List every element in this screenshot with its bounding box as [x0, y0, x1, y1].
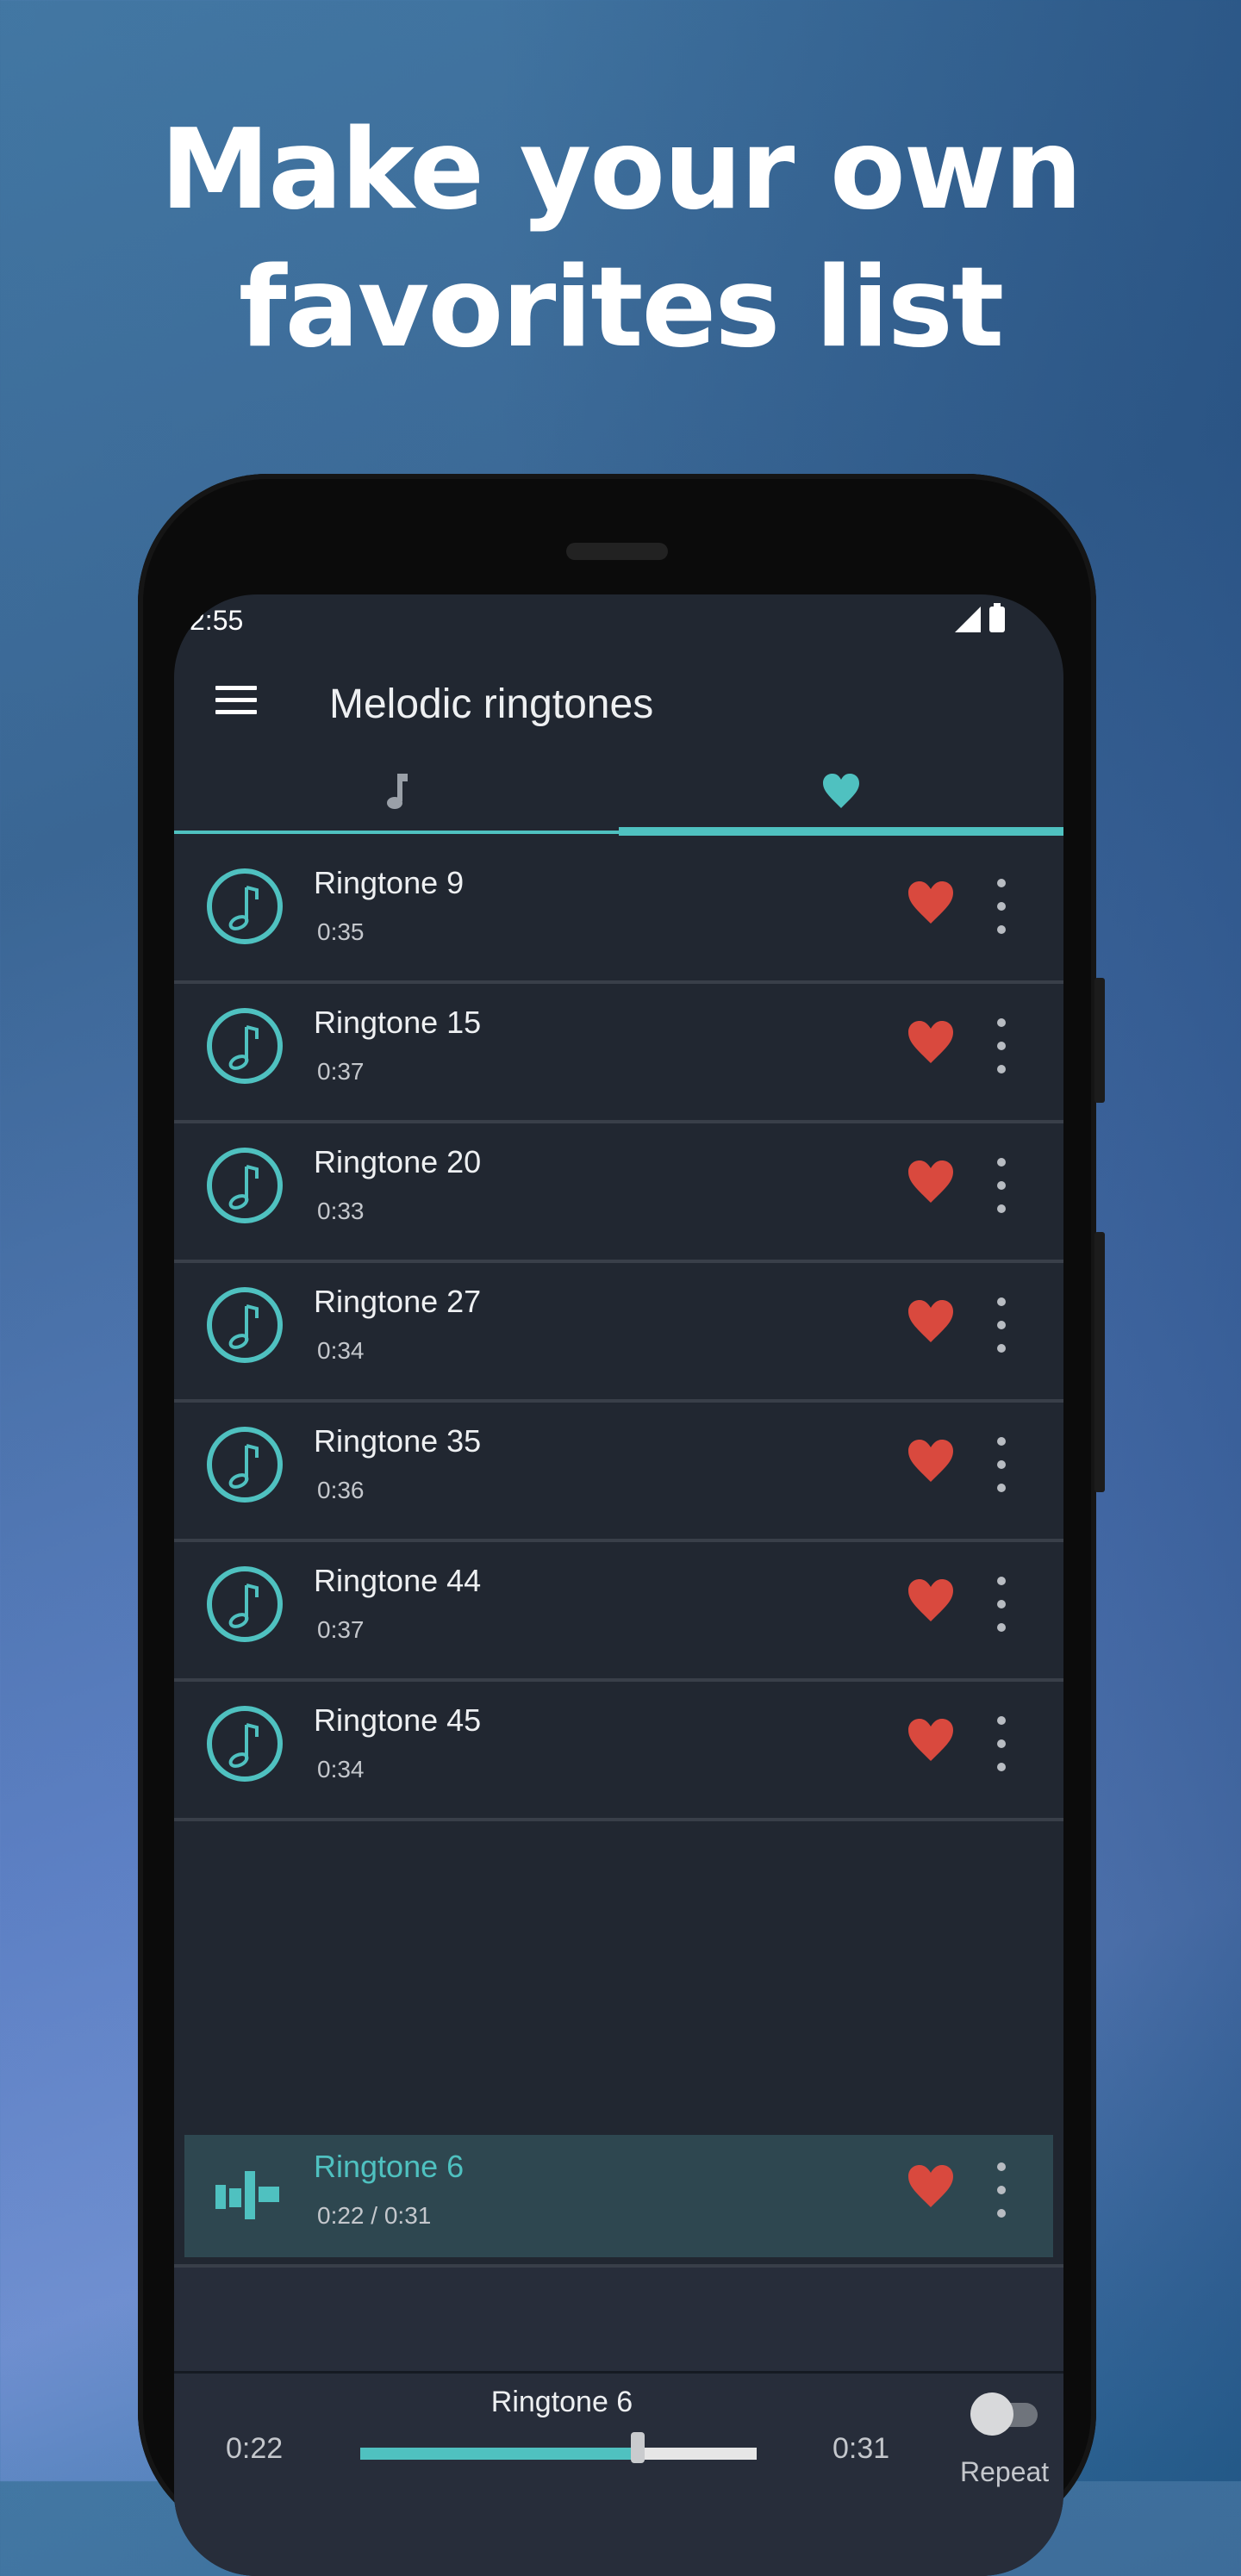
ringtone-row[interactable]: Ringtone 9 0:35 [174, 844, 1063, 984]
ringtone-row[interactable]: Ringtone 35 0:36 [174, 1403, 1063, 1542]
player-bar: Ringtone 6 0:22 0:31 Repeat [174, 2371, 1063, 2576]
player-total-time: 0:31 [833, 2432, 890, 2465]
phone-speaker [566, 543, 668, 560]
headline: Make your own favorites list [0, 102, 1241, 377]
tab-bar [174, 746, 1063, 836]
favorite-heart-icon[interactable] [907, 1299, 955, 1344]
ringtone-name: Ringtone 9 [314, 865, 465, 900]
ringtone-name: Ringtone 44 [314, 1563, 482, 1598]
seek-bar-thumb[interactable] [631, 2432, 645, 2463]
music-note-circle-icon[interactable] [207, 1566, 283, 1642]
ringtone-name: Ringtone 45 [314, 1702, 482, 1738]
tab-favorites[interactable] [619, 746, 1063, 836]
ringtone-duration: 0:33 [317, 1198, 365, 1224]
ringtone-duration: 0:37 [317, 1616, 365, 1643]
music-note-circle-icon[interactable] [207, 1008, 283, 1084]
repeat-label: Repeat [960, 2456, 1050, 2487]
favorite-heart-icon[interactable] [907, 880, 955, 925]
ringtone-row[interactable]: Ringtone 27 0:34 [174, 1263, 1063, 1403]
now-playing-time: 0:22 / 0:31 [317, 2202, 431, 2230]
tab-selected-indicator [619, 827, 1063, 836]
now-playing-row[interactable]: Ringtone 6 0:22 / 0:31 [174, 2128, 1063, 2268]
more-options-icon[interactable] [997, 1577, 1006, 1632]
ringtone-duration: 0:36 [317, 1477, 365, 1503]
more-options-icon[interactable] [997, 1018, 1006, 1073]
repeat-toggle-knob [970, 2392, 1013, 2436]
music-note-icon [387, 774, 408, 809]
favorite-heart-icon[interactable] [907, 1020, 955, 1065]
heart-icon [823, 774, 859, 808]
repeat-toggle[interactable] [970, 2392, 1039, 2436]
ringtone-name: Ringtone 20 [314, 1144, 482, 1179]
favorite-heart-icon[interactable] [907, 1160, 955, 1204]
player-title: Ringtone 6 [490, 2386, 633, 2418]
favorite-heart-icon[interactable] [907, 2164, 955, 2209]
more-options-icon[interactable] [997, 879, 1006, 934]
favorite-heart-icon[interactable] [907, 1578, 955, 1623]
now-playing-name: Ringtone 6 [314, 2149, 465, 2184]
player-current-time: 0:22 [226, 2432, 284, 2465]
ringtone-name: Ringtone 35 [314, 1423, 482, 1459]
now-playing-elapsed: 0:22 [317, 2202, 365, 2229]
phone-screen: 2:55 Melodic ringtones Ringtone 9 0:35 R… [174, 594, 1063, 2576]
ringtone-name: Ringtone 27 [314, 1284, 482, 1319]
music-note-circle-icon[interactable] [207, 1148, 283, 1223]
phone-volume-button [1094, 1232, 1105, 1492]
ringtone-row[interactable]: Ringtone 20 0:33 [174, 1123, 1063, 1263]
music-note-circle-icon[interactable] [207, 1706, 283, 1782]
battery-icon [989, 603, 1005, 632]
seek-bar-progress [360, 2448, 638, 2460]
headline-line-2: favorites list [238, 244, 1004, 372]
music-note-circle-icon[interactable] [207, 1427, 283, 1503]
phone-frame: 2:55 Melodic ringtones Ringtone 9 0:35 R… [138, 474, 1105, 2576]
favorite-heart-icon[interactable] [907, 1439, 955, 1484]
now-playing-total: 0:31 [384, 2202, 432, 2229]
equalizer-icon [215, 2171, 279, 2219]
ringtone-row[interactable]: Ringtone 15 0:37 [174, 984, 1063, 1123]
more-options-icon[interactable] [997, 1158, 1006, 1213]
signal-alert-icon [955, 607, 981, 632]
status-bar: 2:55 [174, 594, 1063, 643]
status-time: 2:55 [190, 605, 244, 636]
music-note-circle-icon[interactable] [207, 1287, 283, 1363]
hamburger-menu-icon[interactable] [215, 686, 257, 715]
headline-line-1: Make your own [159, 106, 1082, 234]
favorite-heart-icon[interactable] [907, 1718, 955, 1763]
ringtone-duration: 0:35 [317, 918, 365, 945]
more-options-icon[interactable] [997, 1297, 1006, 1353]
status-icons [955, 603, 1005, 632]
ringtone-name: Ringtone 15 [314, 1005, 482, 1040]
ringtone-row[interactable]: Ringtone 45 0:34 [174, 1682, 1063, 1821]
app-title: Melodic ringtones [329, 681, 654, 727]
more-options-icon[interactable] [997, 1716, 1006, 1771]
seek-bar[interactable] [360, 2432, 757, 2463]
more-options-icon[interactable] [997, 1437, 1006, 1492]
more-options-icon[interactable] [997, 2162, 1006, 2218]
tab-all-ringtones[interactable] [174, 746, 619, 836]
ringtone-list: Ringtone 9 0:35 Ringtone 15 0:37 Rington… [174, 844, 1063, 1821]
ringtone-duration: 0:37 [317, 1058, 365, 1085]
app-toolbar: Melodic ringtones [174, 643, 1063, 746]
music-note-circle-icon[interactable] [207, 868, 283, 944]
ringtone-row[interactable]: Ringtone 44 0:37 [174, 1542, 1063, 1682]
ringtone-duration: 0:34 [317, 1337, 365, 1364]
now-playing-separator: / [371, 2202, 378, 2229]
phone-power-button [1094, 978, 1105, 1103]
ringtone-duration: 0:34 [317, 1756, 365, 1783]
